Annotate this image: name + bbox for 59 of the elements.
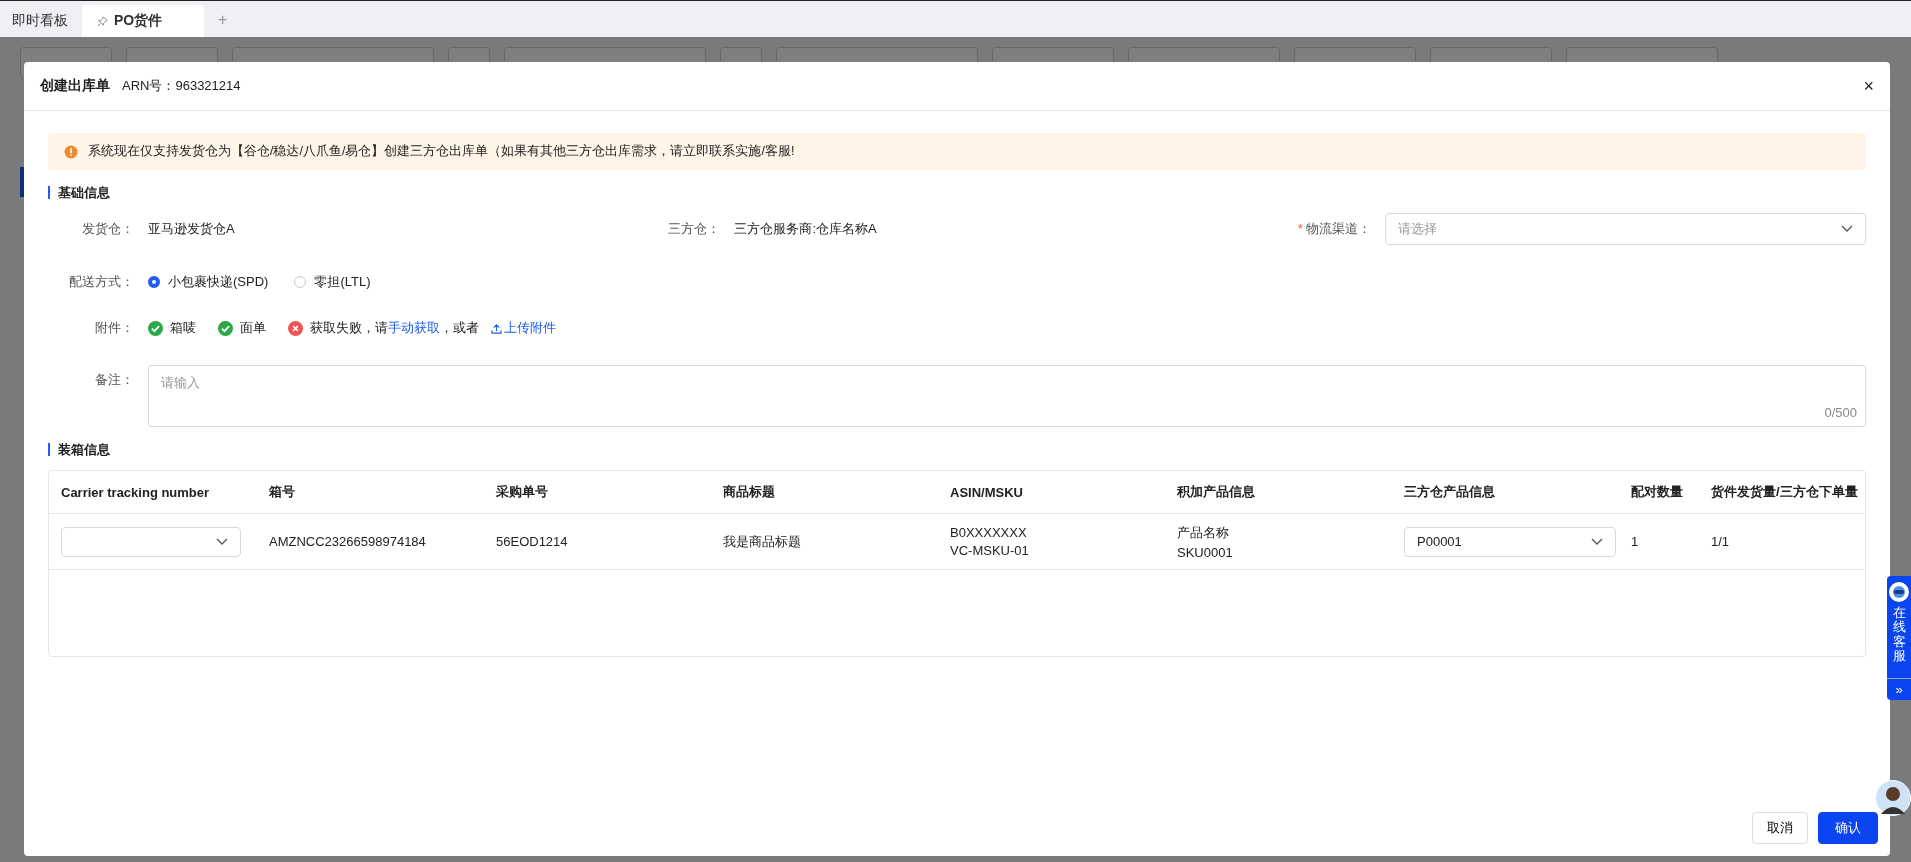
cancel-button[interactable]: 取消 bbox=[1752, 812, 1808, 844]
table-cell-text: 产品名称 bbox=[1177, 523, 1230, 542]
field-label: 附件： bbox=[94, 319, 135, 337]
tab[interactable]: 即时看板 bbox=[2, 5, 78, 37]
column-header: ASIN/MSKU bbox=[949, 484, 1024, 500]
upload-icon bbox=[491, 322, 502, 334]
tracking-select[interactable] bbox=[61, 526, 241, 557]
warning-icon bbox=[64, 144, 78, 159]
chevron-down-icon bbox=[1841, 225, 1853, 233]
chevron-down-icon bbox=[1591, 537, 1603, 546]
chat-widget[interactable]: 在线客服 » bbox=[1887, 576, 1911, 700]
alert-text: 系统现在仅支持发货仓为【谷仓/稳达/八爪鱼/易仓】创建三方仓出库单（如果有其他三方仓出库需求，请立即联系实施/客服! bbox=[88, 143, 795, 160]
attachment-label: 箱唛 bbox=[170, 319, 196, 337]
field-label: 备注： bbox=[94, 371, 135, 389]
column-header: 箱号 bbox=[268, 483, 296, 501]
error-circle-icon bbox=[288, 320, 303, 336]
check-circle-icon bbox=[148, 320, 163, 336]
avatar-icon[interactable] bbox=[1875, 780, 1911, 816]
field-value: 亚马逊发货仓A bbox=[148, 220, 235, 238]
field-label: 三方仓： bbox=[667, 220, 722, 238]
table-cell-text: 56EOD1214 bbox=[495, 534, 569, 549]
table-cell-text: 我是商品标题 bbox=[722, 532, 802, 551]
radio-option[interactable]: 零担(LTL) bbox=[294, 273, 371, 291]
product-select[interactable]: P00001 bbox=[1404, 526, 1616, 557]
column-header: 三方仓产品信息 bbox=[1403, 483, 1496, 501]
check-circle-icon bbox=[218, 320, 233, 336]
chat-label: 在线客服 bbox=[1892, 606, 1906, 664]
error-message: 获取失败，请手动获取，或者 bbox=[310, 319, 479, 337]
column-header: 积加产品信息 bbox=[1176, 483, 1256, 501]
remarks-field[interactable]: 请输入 0/500 bbox=[148, 365, 1866, 427]
column-header: 采购单号 bbox=[495, 483, 549, 501]
chevron-down-icon bbox=[216, 537, 228, 546]
table-cell-text: SKU0001 bbox=[1177, 544, 1234, 560]
table-cell-text: 1/1 bbox=[1710, 534, 1731, 549]
confirm-button[interactable]: 确认 bbox=[1818, 812, 1878, 844]
upload-link[interactable]: 上传附件 bbox=[491, 319, 556, 337]
section-title: 基础信息 bbox=[48, 186, 1866, 199]
column-header: 商品标题 bbox=[722, 483, 776, 501]
table-cell-text: B0XXXXXXX bbox=[950, 525, 1028, 540]
field-label: 发货仓： bbox=[81, 220, 135, 238]
field-label: 配送方式： bbox=[68, 273, 135, 291]
radio-option[interactable]: 小包裹快递(SPD) bbox=[148, 273, 269, 291]
manual-fetch-link[interactable]: 手动获取 bbox=[388, 320, 440, 335]
table-cell-text: AMZNCC23266598974184 bbox=[268, 534, 427, 549]
character-counter: 0/500 bbox=[1824, 405, 1857, 420]
attachment-label: 面单 bbox=[240, 319, 266, 337]
column-header: Carrier tracking number bbox=[60, 484, 211, 500]
close-button[interactable]: × bbox=[1863, 75, 1874, 97]
section-title: 装箱信息 bbox=[48, 443, 1866, 456]
field-label: * 物流渠道： bbox=[1296, 220, 1372, 238]
table-cell-text: 1 bbox=[1630, 534, 1640, 549]
tab[interactable]: PO货件 bbox=[82, 5, 204, 37]
column-header: 配对数量 bbox=[1630, 483, 1684, 501]
table-cell-text: VC-MSKU-01 bbox=[950, 543, 1030, 558]
column-header: 货件发货量/三方仓下单量 bbox=[1710, 483, 1859, 501]
expand-button[interactable]: » bbox=[1887, 678, 1911, 700]
dialog-title: 创建出库单 bbox=[40, 77, 110, 95]
field-value: 三方仓服务商:仓库名称A bbox=[734, 220, 877, 238]
arn-number: ARN号：963321214 bbox=[122, 77, 241, 95]
